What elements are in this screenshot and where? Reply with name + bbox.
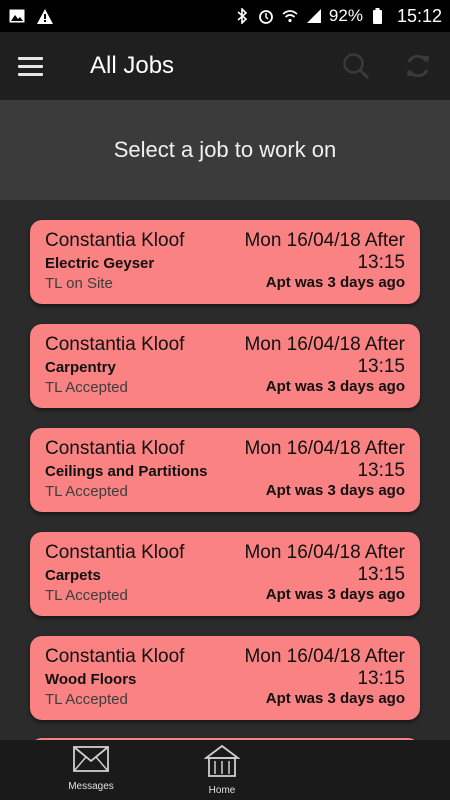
signal-icon <box>305 7 323 25</box>
wifi-icon <box>281 7 299 25</box>
job-appointment-age: Apt was 3 days ago <box>265 690 405 707</box>
battery-icon <box>369 7 387 25</box>
job-date: Mon 16/04/18 After 13:15 <box>244 646 405 689</box>
status-bar: 92% 15:12 <box>0 0 450 32</box>
search-icon[interactable] <box>338 48 374 84</box>
job-card[interactable]: Constantia Kloof Electric Geyser TL on S… <box>30 220 420 304</box>
envelope-icon <box>73 746 109 777</box>
job-appointment-age: Apt was 3 days ago <box>265 378 405 395</box>
battery-percentage: 92% <box>328 6 363 25</box>
job-date: Mon 16/04/18 After 13:15 <box>244 334 405 377</box>
job-card[interactable]: Constantia Kloof Carpentry TL Accepted M… <box>30 324 420 408</box>
job-date: Mon 16/04/18 After 13:15 <box>244 542 405 585</box>
bottom-navigation: Messages Home <box>0 740 450 800</box>
home-icon <box>203 744 241 783</box>
image-icon <box>8 7 26 25</box>
app-bar: All Jobs <box>0 32 450 100</box>
alarm-icon <box>257 7 275 25</box>
job-appointment-age: Apt was 3 days ago <box>265 274 405 291</box>
job-card[interactable]: Constantia Kloof Carpets TL Accepted Mon… <box>30 532 420 616</box>
hamburger-menu-icon[interactable] <box>18 48 54 84</box>
job-card[interactable]: Constantia Kloof Wood Floors TL Accepted… <box>30 636 420 720</box>
page-title: All Jobs <box>90 52 175 79</box>
subheader-text: Select a job to work on <box>113 137 337 162</box>
alert-icon <box>36 7 54 25</box>
nav-home-label: Home <box>208 785 236 796</box>
job-appointment-age: Apt was 3 days ago <box>265 586 405 603</box>
subheader: Select a job to work on <box>0 100 450 200</box>
job-date: Mon 16/04/18 After 13:15 <box>244 438 405 481</box>
job-list: Constantia Kloof Electric Geyser TL on S… <box>0 200 450 740</box>
bluetooth-icon <box>233 7 251 25</box>
job-date: Mon 16/04/18 After 13:15 <box>244 230 405 273</box>
nav-home[interactable]: Home <box>182 744 262 796</box>
clock: 15:12 <box>396 5 442 26</box>
job-appointment-age: Apt was 3 days ago <box>265 482 405 499</box>
app-root: { "status_bar": { "battery": "92%", "tim… <box>0 0 450 800</box>
nav-messages-label: Messages <box>68 781 114 792</box>
job-card[interactable]: Constantia Kloof Ceilings and Partitions… <box>30 428 420 512</box>
refresh-icon[interactable] <box>400 48 436 84</box>
nav-messages[interactable]: Messages <box>51 746 131 798</box>
